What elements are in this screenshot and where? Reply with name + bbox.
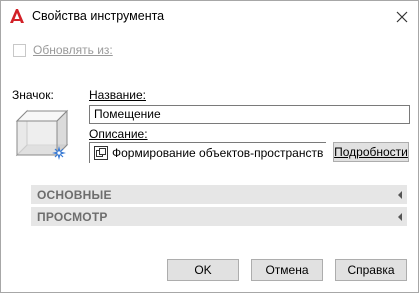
section-view-title: ПРОСМОТР <box>37 209 108 224</box>
collapse-arrow-icon <box>398 213 402 221</box>
section-view[interactable]: ПРОСМОТР <box>31 207 407 226</box>
title-bar[interactable]: Свойства инструмента <box>1 1 418 32</box>
autocad-a-icon <box>9 8 25 24</box>
description-label: Описание: <box>89 127 148 141</box>
help-button[interactable]: Справка <box>335 259 407 281</box>
name-label: Название: <box>89 88 146 102</box>
update-from-row: Обновлять из: <box>13 42 113 58</box>
details-button[interactable]: Подробности <box>333 142 409 162</box>
image-label: Значок: <box>12 88 54 102</box>
name-field[interactable]: Помещение <box>89 105 410 124</box>
section-basic-title: ОСНОВНЫЕ <box>37 187 112 202</box>
tool-properties-dialog: Свойства инструмента Обновлять из: Значо… <box>0 0 419 293</box>
description-field[interactable]: Формирование объектов-пространств <box>89 142 326 163</box>
update-from-label: Обновлять из: <box>33 43 113 57</box>
close-icon <box>396 11 408 23</box>
collapse-arrow-icon <box>398 191 402 199</box>
section-basic[interactable]: ОСНОВНЫЕ <box>31 185 407 204</box>
close-button[interactable] <box>392 7 412 27</box>
field-insert-icon[interactable] <box>94 146 108 160</box>
window-title: Свойства инструмента <box>32 9 165 23</box>
description-text: Формирование объектов-пространств <box>112 146 324 160</box>
space-box-icon[interactable] <box>11 105 75 167</box>
update-from-checkbox[interactable] <box>13 43 26 57</box>
ok-button[interactable]: OK <box>167 259 239 281</box>
cancel-button[interactable]: Отмена <box>251 259 323 281</box>
